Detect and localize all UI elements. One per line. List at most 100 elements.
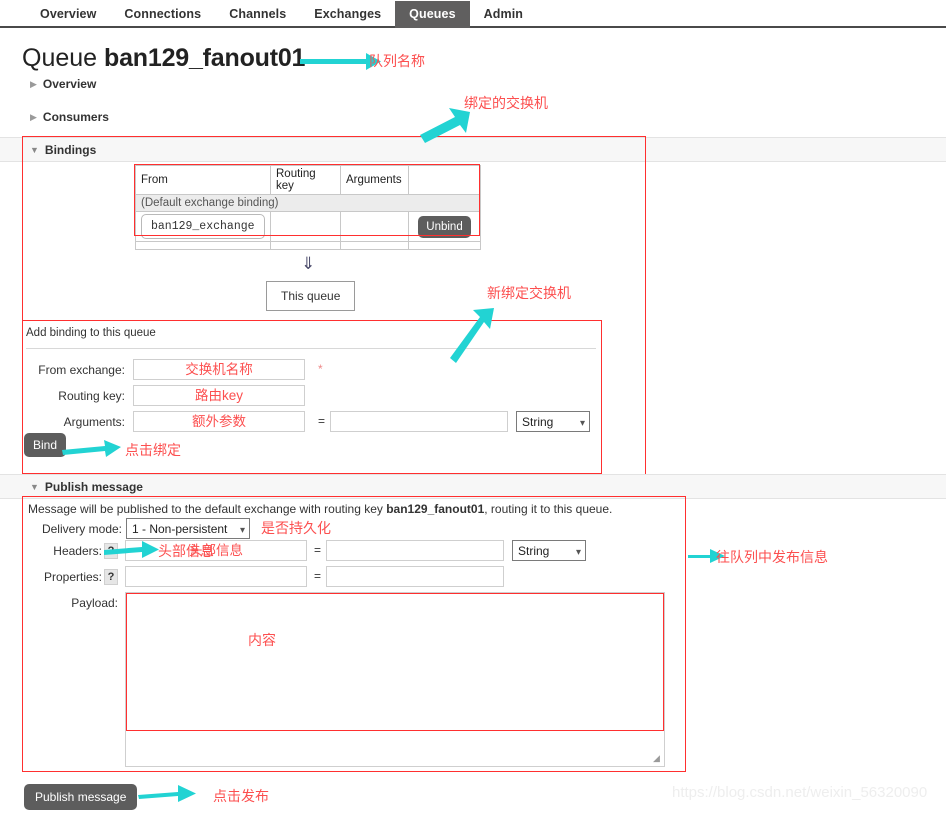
annotation-click-publish: 点击发布 [213, 789, 269, 805]
arguments-label: Arguments: [63, 415, 125, 429]
properties-value-input[interactable] [326, 566, 504, 587]
properties-help-icon[interactable]: ? [104, 569, 118, 585]
tab-connections[interactable]: Connections [110, 1, 215, 28]
exchange-link-button[interactable]: ban129_exchange [141, 214, 265, 239]
this-queue-box: This queue [266, 281, 356, 311]
headers-type-select[interactable]: String ▾ [512, 540, 586, 561]
annotation-publish-to-queue: 往队列中发布信息 [716, 550, 828, 566]
delivery-mode-label: Delivery mode: [41, 522, 122, 536]
headers-value-input[interactable] [326, 540, 504, 561]
default-binding-row: (Default exchange binding) [135, 194, 481, 212]
empty-cell-3 [340, 241, 409, 250]
properties-label: Properties: [43, 570, 102, 584]
add-binding-legend: Add binding to this queue [26, 327, 160, 339]
tab-channels[interactable]: Channels [215, 1, 300, 28]
section-bindings-label: Bindings [44, 143, 97, 157]
arguments-equals-sign: = [318, 414, 326, 428]
unbind-button[interactable]: Unbind [418, 215, 471, 238]
section-overview-label: Overview [42, 77, 97, 91]
headers-equals-sign: = [314, 543, 322, 557]
annotation-queue-name: 队列名称 [369, 54, 425, 70]
chevron-down-icon: ▾ [239, 525, 245, 536]
tab-admin[interactable]: Admin [470, 1, 537, 28]
col-routing-key: Routing key [270, 165, 341, 195]
payload-label: Payload: [71, 596, 118, 610]
col-from: From [135, 165, 271, 195]
flow-arrow-down-icon: ⇓ [301, 254, 316, 273]
chevron-down-icon: ▼ [30, 145, 39, 155]
section-publish[interactable]: ▼ Publish message [30, 480, 143, 494]
arguments-key-input[interactable]: 额外参数 [133, 411, 305, 432]
arrow-click-publish [138, 785, 196, 802]
routing-key-label: Routing key: [58, 389, 125, 403]
annotation-bound-exchange: 绑定的交换机 [464, 96, 548, 112]
col-arguments: Arguments [340, 165, 409, 195]
empty-cell-4 [408, 241, 481, 250]
binding-from-cell: ban129_exchange [135, 211, 271, 242]
publish-note-suffix: , routing it to this queue. [484, 502, 613, 516]
page-title: Queue ban129_fanout01 [22, 44, 305, 73]
chevron-down-icon: ▾ [575, 547, 581, 558]
section-consumers-label: Consumers [42, 110, 109, 124]
page-title-prefix: Queue [22, 44, 98, 72]
bindings-table: From Routing key Arguments (Default exch… [135, 165, 481, 250]
chevron-right-icon: ▶ [30, 112, 37, 122]
table-header-row: From Routing key Arguments [135, 165, 481, 195]
delivery-mode-select-value: 1 - Non-persistent [132, 522, 228, 536]
annotation-payload-content: 内容 [248, 633, 276, 649]
arrow-click-bind [62, 440, 121, 457]
headers-label: Headers: [53, 544, 102, 558]
annotation-new-binding-exchange: 新绑定交换机 [487, 286, 571, 302]
add-binding-divider [26, 348, 596, 349]
tab-queues[interactable]: Queues [395, 1, 470, 28]
page-title-queue-name: ban129_fanout01 [104, 44, 306, 72]
tab-exchanges[interactable]: Exchanges [300, 1, 395, 28]
routing-key-input[interactable]: 路由key [133, 385, 305, 406]
rabbitmq-queue-page: Overview Connections Channels Exchanges … [0, 0, 946, 814]
headers-type-select-value: String [518, 544, 550, 558]
headers-key-input[interactable]: 头部信息 [125, 540, 307, 561]
main-navigation: Overview Connections Channels Exchanges … [0, 0, 946, 28]
default-exchange-binding-label: (Default exchange binding) [135, 194, 481, 212]
arguments-type-select-value: String [522, 415, 554, 429]
properties-equals-sign: = [314, 569, 322, 583]
binding-routing-key-cell [270, 211, 341, 242]
resize-handle-icon[interactable]: ◢ [653, 753, 660, 764]
watermark-text: https://blog.csdn.net/weixin_56320090 [672, 784, 928, 801]
empty-cell-2 [270, 241, 341, 250]
section-bindings[interactable]: ▼ Bindings [30, 143, 96, 157]
section-bindings-bar[interactable] [0, 137, 946, 162]
binding-arguments-cell [340, 211, 409, 242]
delivery-mode-select[interactable]: 1 - Non-persistent ▾ [126, 518, 250, 539]
table-row-empty [135, 241, 481, 250]
publish-note-prefix: Message will be published to the default… [28, 502, 387, 516]
binding-action-cell: Unbind [408, 211, 481, 242]
nav-tab-list: Overview Connections Channels Exchanges … [0, 0, 946, 28]
required-asterisk: * [318, 362, 323, 376]
arguments-value-input[interactable] [330, 411, 508, 432]
chevron-down-icon: ▼ [30, 482, 39, 492]
annotation-persist-or-not: 是否持久化 [261, 521, 331, 537]
section-consumers[interactable]: ▶ Consumers [30, 110, 109, 124]
publish-note: Message will be published to the default… [28, 502, 612, 516]
from-exchange-label: From exchange: [38, 363, 125, 377]
publish-message-button[interactable]: Publish message [24, 784, 138, 810]
tab-overview[interactable]: Overview [26, 1, 110, 28]
publish-note-routing-key: ban129_fanout01 [386, 502, 485, 516]
table-row: ban129_exchange Unbind [135, 211, 481, 242]
annotation-click-bind: 点击绑定 [125, 443, 181, 459]
from-exchange-input[interactable]: 交换机名称 [133, 359, 305, 380]
chevron-down-icon: ▾ [579, 418, 585, 429]
bind-button[interactable]: Bind [24, 433, 67, 457]
arrow-new-binding-exchange [450, 308, 494, 363]
properties-key-input[interactable] [125, 566, 307, 587]
empty-cell-1 [135, 241, 271, 250]
chevron-right-icon: ▶ [30, 79, 37, 89]
arguments-type-select[interactable]: String ▾ [516, 411, 590, 432]
section-publish-label: Publish message [44, 480, 143, 494]
headers-help-icon[interactable]: ? [104, 543, 118, 559]
section-overview[interactable]: ▶ Overview [30, 77, 96, 91]
annotation-headers-info: 头部信息 [158, 544, 214, 560]
payload-textarea[interactable] [125, 592, 665, 767]
col-actions [408, 165, 481, 195]
